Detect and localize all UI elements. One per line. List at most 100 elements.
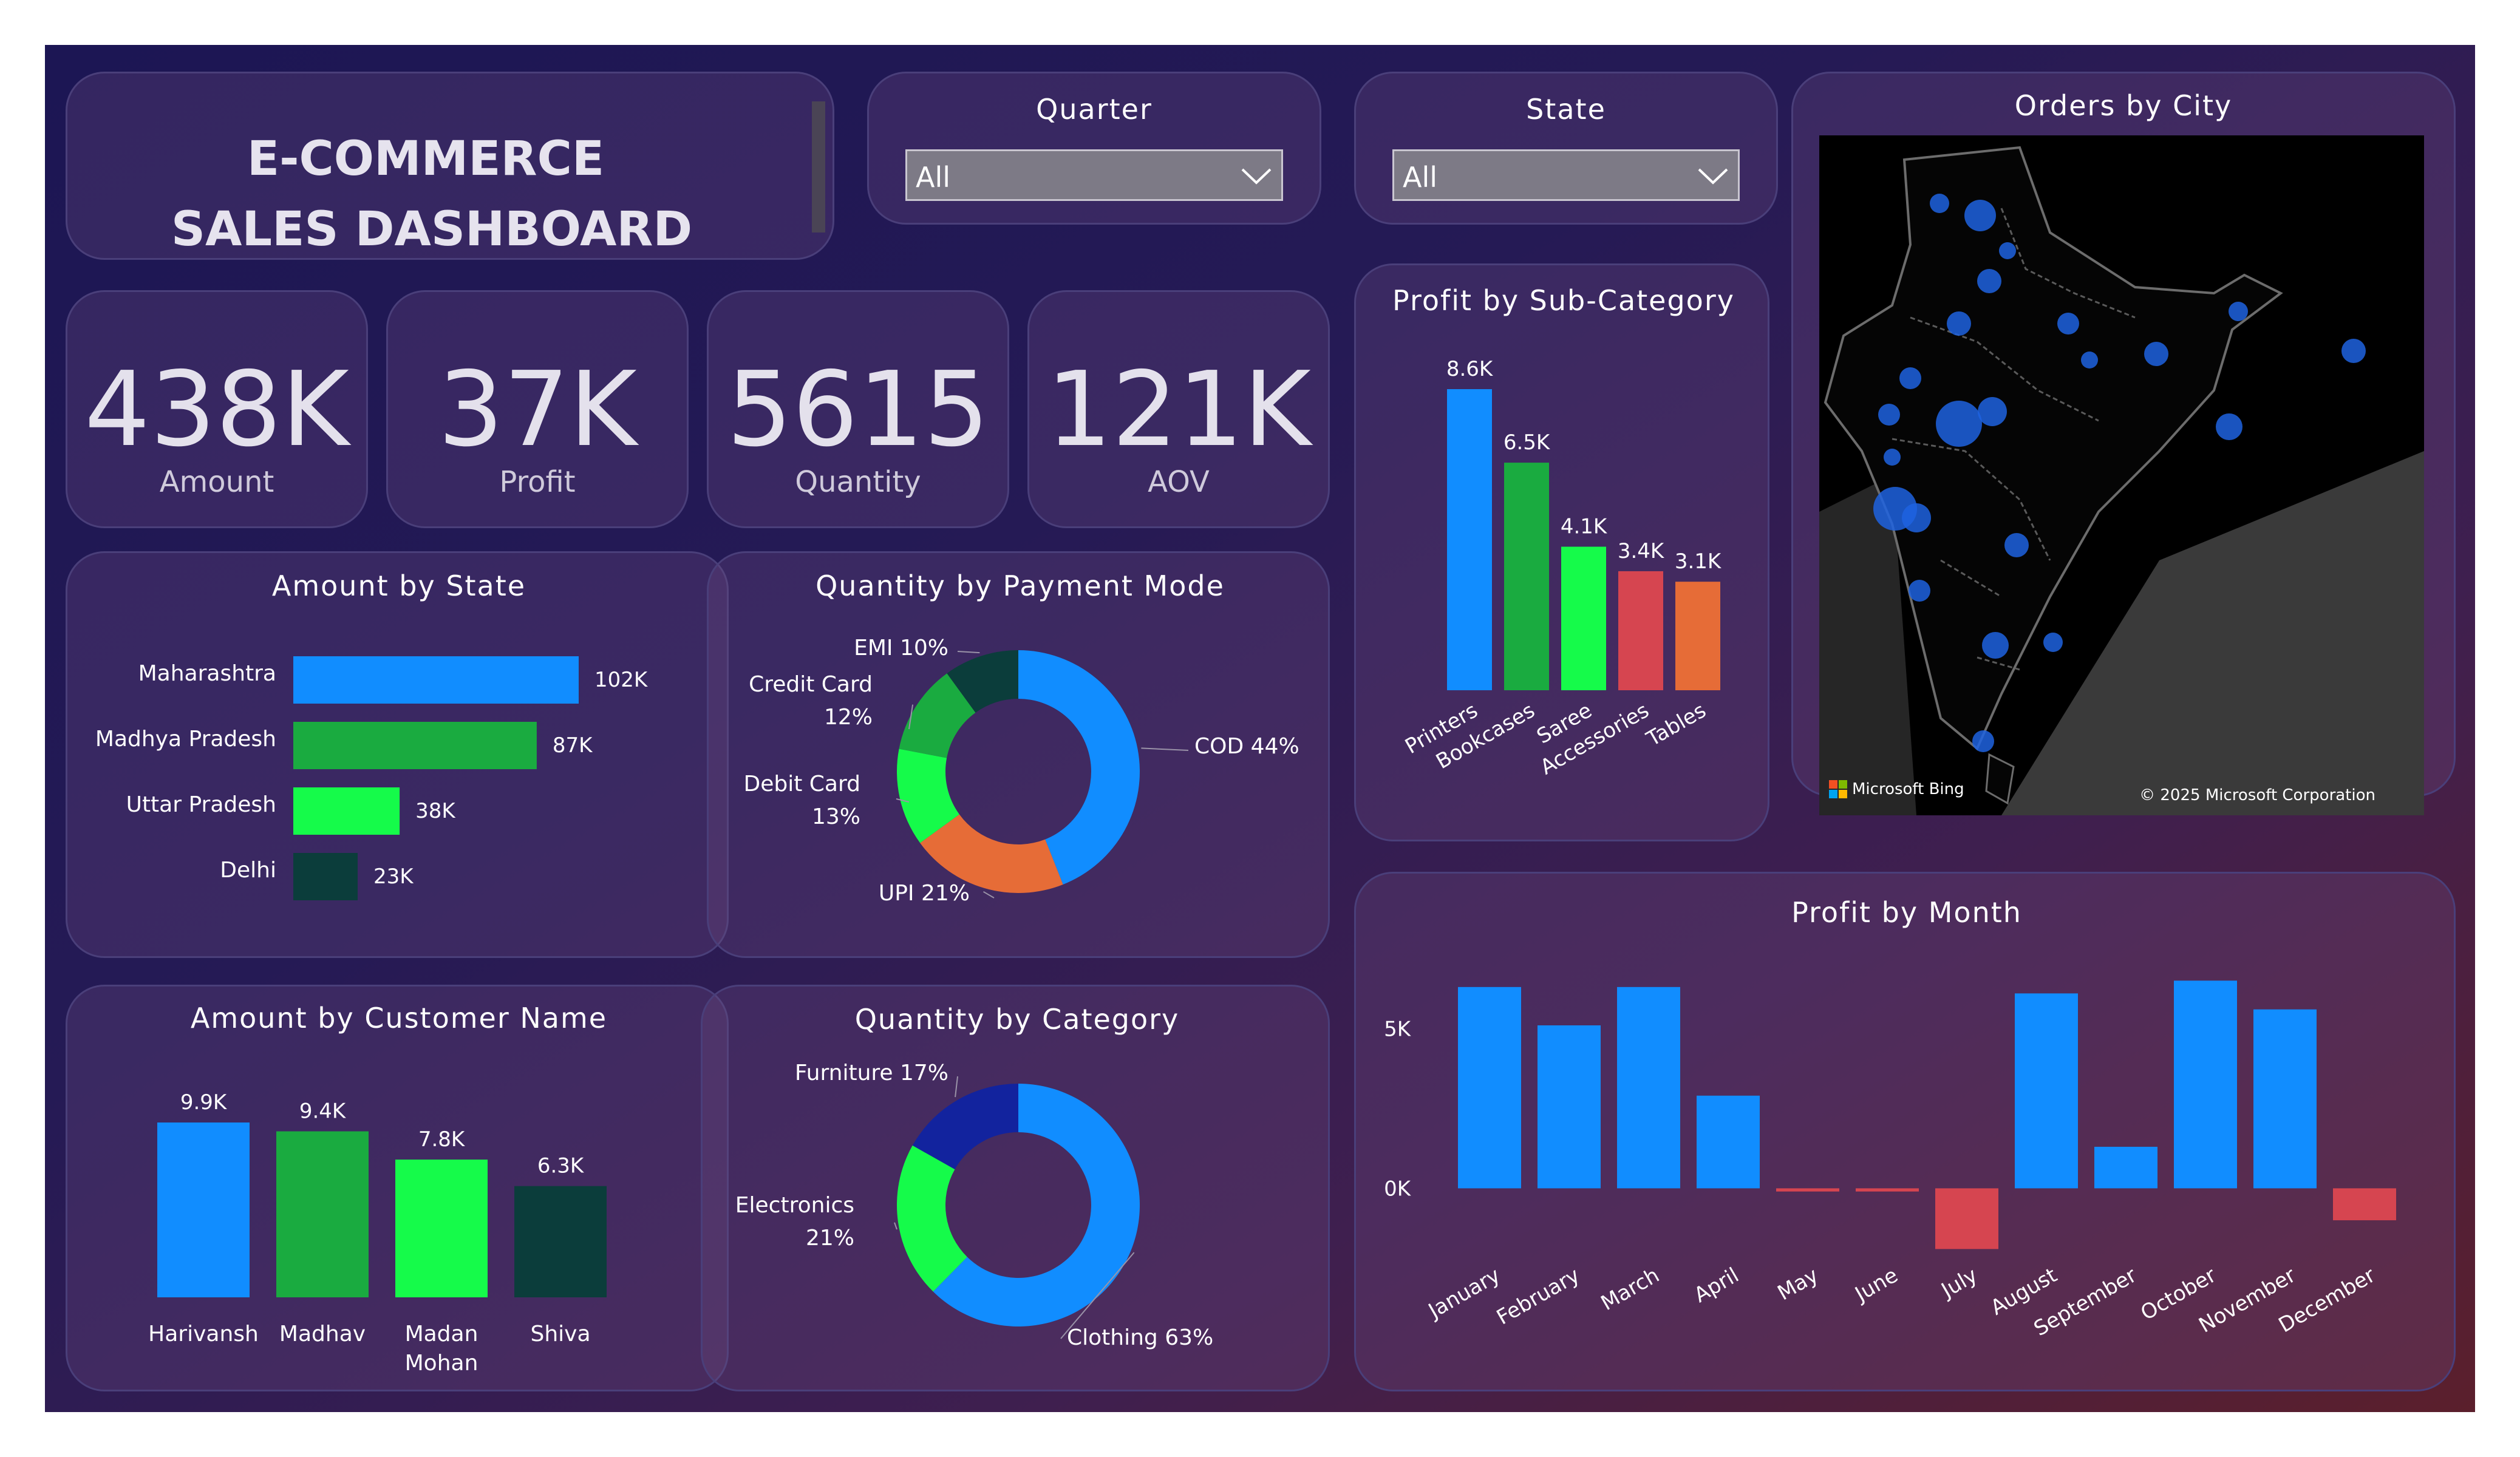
bar [395, 1160, 488, 1297]
map-view[interactable]: Microsoft Bing © 2025 Microsoft Corporat… [1819, 135, 2424, 815]
bar-value-label: 87K [553, 733, 593, 758]
city-marker [1878, 404, 1900, 426]
payment-mode-card: Quantity by Payment Mode COD 44% UPI 21% De… [707, 551, 1330, 958]
chart-title: Quantity by Category [855, 1003, 1180, 1036]
axis-tick-label: Madhav [279, 1322, 366, 1347]
leader-line [1141, 747, 1189, 751]
kpi-card-amount: 438K Amount [66, 290, 368, 528]
kpi-card-aov: 121K AOV [1027, 290, 1330, 528]
orders-by-city-card: Orders by City Microsoft Bing © 2025 Mic… [1791, 72, 2456, 815]
profit-by-month-chart: Profit by Month 0K 5K JanuaryFebruary March A… [1384, 896, 2396, 1341]
city-marker [1977, 269, 2001, 293]
bar-value-label: 3.1K [1675, 549, 1722, 574]
bar [293, 787, 400, 835]
bar [1561, 546, 1606, 690]
chart-title: Amount by Customer Name [191, 1002, 607, 1034]
bar [2015, 993, 2078, 1189]
bar [157, 1122, 250, 1297]
amount-by-customer-chart: Amount by Customer Name 9.9K Harivansh 9.4K… [148, 1002, 607, 1376]
axis-tick-label: March [1597, 1263, 1664, 1316]
profit-by-month-card: Profit by Month 0K 5K January February March A… [1354, 872, 2456, 1391]
bar [1935, 1188, 1998, 1249]
kpi-label: Quantity [795, 465, 921, 499]
slice-label: Electronics 21% [735, 1193, 854, 1251]
city-marker [1930, 194, 1949, 213]
dashboard-title-line1: E-COMMERCE [247, 132, 605, 186]
kpi-value: 438K [84, 350, 349, 470]
kpi-value: 5615 [726, 350, 990, 470]
bar-value-label: 4.1K [1561, 515, 1608, 539]
city-marker [1978, 397, 2007, 426]
bar [1538, 1025, 1601, 1189]
state-dropdown[interactable]: All [1392, 149, 1740, 201]
bar-category-label: Uttar Pradesh [126, 792, 276, 817]
chevron-down-icon [1241, 168, 1272, 185]
quarter-slicer-card: Quarter All [867, 72, 1321, 225]
axis-tick-label: Madan Mohan [405, 1322, 478, 1376]
category-card: Quantity by Category Clothing 63% Electron… [701, 985, 1330, 1391]
quantity-by-payment-mode-chart: Quantity by Payment Mode COD 44% UPI 21% De… [744, 569, 1299, 906]
state-dropdown-value: All [1403, 161, 1438, 194]
bar [2174, 980, 2237, 1189]
city-marker [2341, 339, 2366, 363]
axis-tick-label: Tables [1642, 698, 1710, 752]
quarter-dropdown[interactable]: All [905, 149, 1283, 201]
bar [2253, 1009, 2317, 1189]
bar-category-label: Delhi [220, 858, 276, 883]
city-marker [2004, 533, 2029, 557]
kpi-card-quantity: 5615 Quantity [707, 290, 1009, 528]
city-marker [1947, 311, 1971, 336]
city-marker [2081, 352, 2098, 368]
bar [1776, 1188, 1839, 1192]
city-marker [1999, 242, 2016, 259]
chart-title: Profit by Sub-Category [1392, 284, 1735, 317]
dashboard-title-line2: SALES DASHBOARD [171, 202, 693, 257]
slice-label: Debit Card 13% [744, 772, 861, 829]
bar-category-label: Maharashtra [138, 661, 276, 686]
axis-tick-label: 0K [1384, 1177, 1412, 1201]
chart-title: Orders by City [2014, 89, 2233, 122]
axis-tick-label: Harivansh [148, 1322, 259, 1347]
kpi-card-profit: 37K Profit [386, 290, 689, 528]
city-marker [1982, 632, 2009, 659]
leader-line [894, 1222, 897, 1230]
state-slicer-card: State All [1354, 72, 1778, 225]
state-slicer-label: State [1526, 93, 1606, 126]
bar [1618, 571, 1663, 690]
slice-label: EMI 10% [854, 636, 948, 661]
city-marker [2043, 633, 2063, 652]
title-accent-bar [812, 101, 825, 233]
leader-line [957, 651, 980, 654]
quarter-dropdown-value: All [916, 161, 951, 194]
map-svg [1819, 146, 2424, 815]
chevron-down-icon [1698, 168, 1728, 185]
axis-tick-label: Shiva [530, 1322, 590, 1347]
leader-line [955, 1076, 958, 1098]
dashboard-canvas: E-COMMERCE SALES DASHBOARD Quarter All S… [45, 45, 2475, 1412]
leader-line [983, 891, 995, 898]
bar-value-label: 6.3K [537, 1154, 585, 1178]
bar-value-label: 6.5K [1503, 430, 1551, 455]
customer-card: Amount by Customer Name 9.9K Harivansh 9.4K… [66, 985, 729, 1391]
bar-value-label: 38K [415, 799, 456, 823]
slice-label: Clothing 63% [1067, 1325, 1213, 1350]
chart-title: Amount by State [272, 569, 526, 602]
bar [514, 1186, 607, 1297]
bar-value-label: 23K [373, 864, 414, 889]
city-marker [2144, 342, 2168, 366]
slice-label: COD 44% [1194, 734, 1299, 759]
city-marker [1899, 367, 1921, 389]
city-marker [1902, 503, 1931, 532]
bar [2333, 1188, 2396, 1221]
bar [293, 853, 358, 900]
chart-title: Quantity by Payment Mode [816, 569, 1225, 602]
city-marker [2216, 413, 2242, 440]
amount-by-state-chart: Amount by State Maharashtra 102K Madhya Pra… [95, 569, 649, 900]
slice-label: Credit Card 12% [749, 672, 873, 730]
kpi-label: AOV [1148, 465, 1210, 499]
axis-tick-label: January [1423, 1263, 1504, 1324]
city-marker [1909, 580, 1930, 602]
bar [293, 722, 537, 769]
microsoft-logo-icon [1829, 780, 1847, 798]
bar [276, 1131, 369, 1297]
